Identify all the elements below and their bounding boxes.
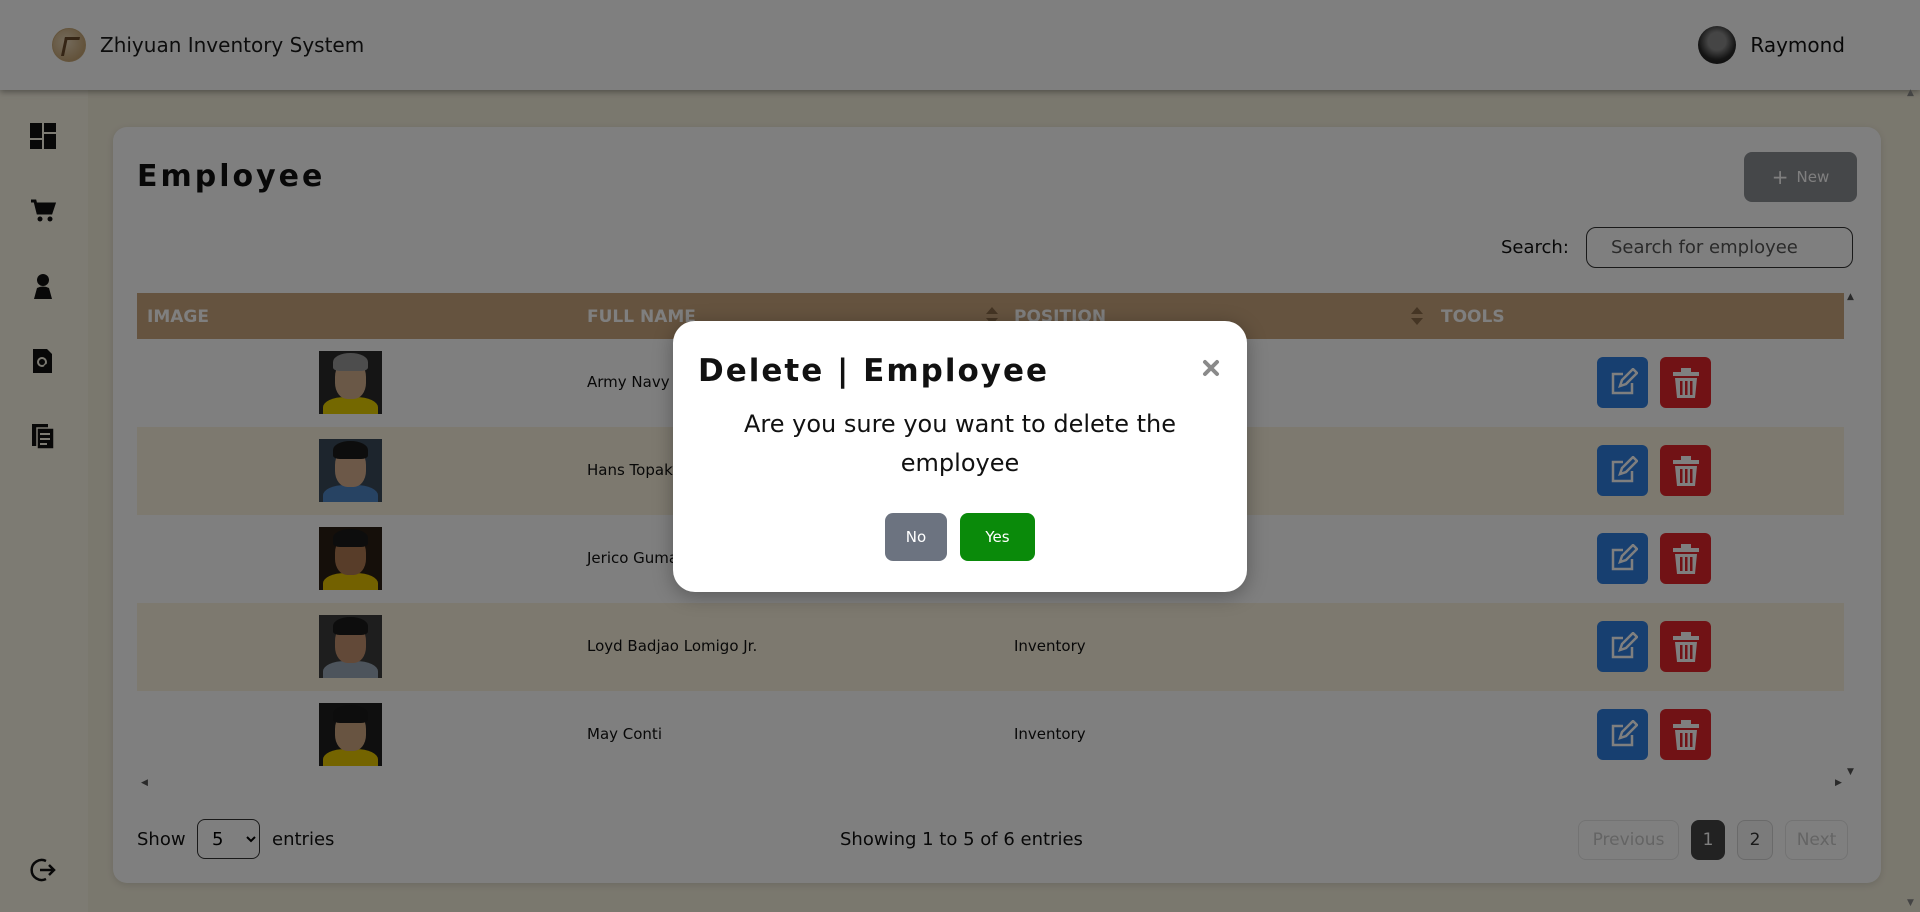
delete-employee-modal: Delete | Employee Are you sure you want … xyxy=(673,321,1247,592)
modal-message: Are you sure you want to delete the empl… xyxy=(744,410,1176,477)
page-scroll-down-arrow[interactable]: ▼ xyxy=(1907,898,1914,908)
modal-title: Delete | Employee xyxy=(698,353,1050,389)
yes-button[interactable]: Yes xyxy=(960,513,1035,561)
close-icon[interactable] xyxy=(1200,357,1222,379)
no-button[interactable]: No xyxy=(885,513,947,561)
page-scroll-up-arrow[interactable]: ▲ xyxy=(1907,88,1914,98)
